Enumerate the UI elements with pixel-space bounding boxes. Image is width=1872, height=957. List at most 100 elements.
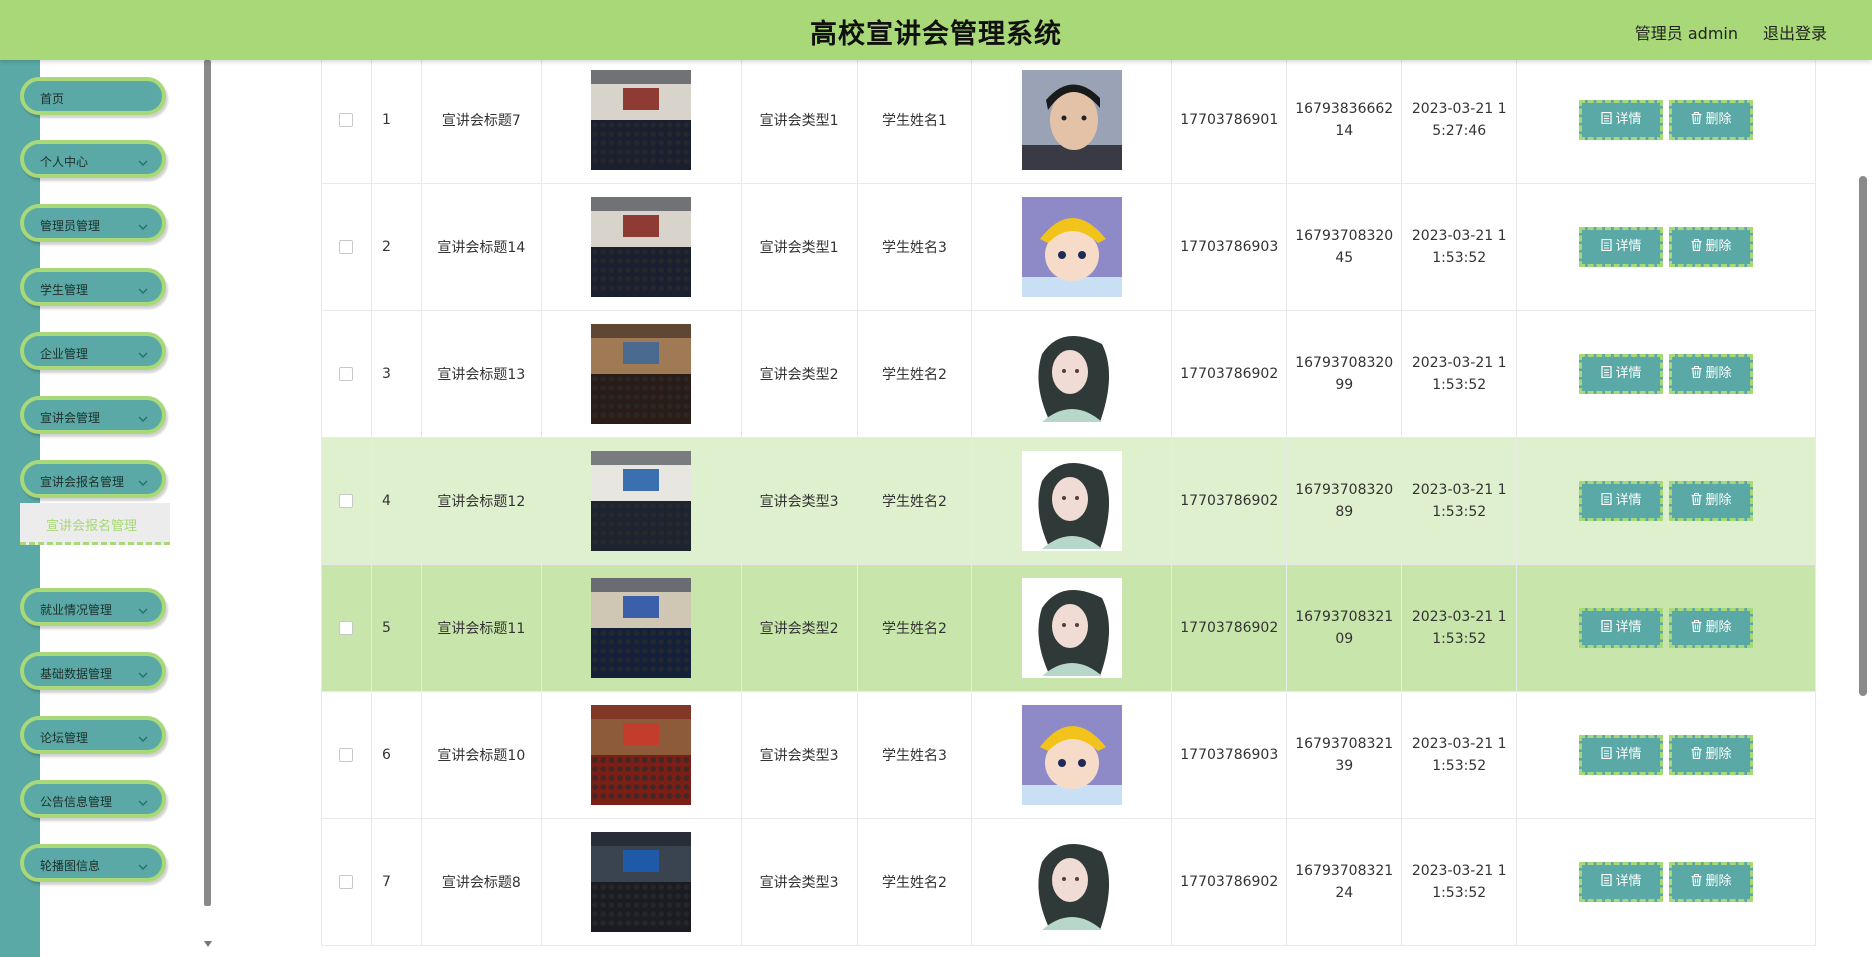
student-name: 学生姓名3 [856, 183, 973, 311]
table-scrollbar-thumb[interactable] [1859, 176, 1867, 696]
registration-time: 2023-03-21 1 1:53:52 [1401, 310, 1518, 438]
registration-table-area: 1 宣讲会标题7 宣讲会类型1 学生姓名1 17703786901 16793836662… [321, 60, 1816, 957]
delete-button[interactable]: 删除 [1669, 227, 1754, 267]
row-checkbox[interactable] [339, 240, 354, 254]
session-title: 宣讲会标题14 [420, 183, 542, 311]
trash-icon [1691, 866, 1702, 887]
row-checkbox[interactable] [339, 367, 354, 381]
trash-icon [1691, 739, 1702, 760]
sidebar-item[interactable]: 论坛管理 [20, 716, 166, 754]
sidebar-item[interactable]: 宣讲会报名管理 [20, 460, 166, 498]
document-icon [1600, 231, 1612, 252]
session-title: 宣讲会标题8 [420, 818, 542, 946]
row-checkbox[interactable] [339, 494, 354, 508]
sidebar-item-label: 就业情况管理 [40, 603, 113, 617]
trash-icon [1691, 231, 1702, 252]
student-phone: 17703786902 [1171, 564, 1288, 692]
row-checkbox[interactable] [339, 748, 354, 762]
sidebar-item[interactable]: 公告信息管理 [20, 780, 166, 818]
session-type: 宣讲会类型2 [740, 310, 858, 438]
student-avatar [971, 437, 1173, 565]
student-name: 学生姓名1 [856, 60, 973, 184]
app-title: 高校宣讲会管理系统 [810, 19, 1062, 50]
sidebar-item[interactable]: 轮播图信息 [20, 844, 166, 882]
sidebar-subitem-active[interactable]: 宣讲会报名管理 [20, 503, 170, 545]
trash-icon [1691, 612, 1702, 633]
logout-link[interactable]: 退出登录 [1763, 20, 1827, 44]
chevron-down-icon [138, 153, 148, 166]
trash-icon [1691, 358, 1702, 379]
table-row[interactable]: 1 宣讲会标题7 宣讲会类型1 学生姓名1 17703786901 16793836662… [321, 60, 1816, 184]
document-icon [1600, 739, 1612, 760]
delete-button[interactable]: 删除 [1669, 608, 1754, 648]
delete-button[interactable]: 删除 [1669, 735, 1754, 775]
row-checkbox-cell [321, 310, 372, 438]
table-row[interactable]: 4 宣讲会标题12 宣讲会类型3 学生姓名2 17703786902 1679370832… [321, 437, 1816, 565]
sidebar-item-label: 管理员管理 [40, 219, 101, 233]
student-avatar [971, 60, 1173, 184]
chevron-down-icon [138, 281, 148, 294]
detail-button[interactable]: 详情 [1579, 862, 1664, 902]
detail-button[interactable]: 详情 [1579, 100, 1664, 140]
row-actions: 详情 删除 [1516, 60, 1816, 184]
student-name: 学生姓名2 [856, 437, 973, 565]
table-row[interactable]: 2 宣讲会标题14 宣讲会类型1 学生姓名3 17703786903 1679370832… [321, 183, 1816, 311]
sidebar-item-label: 公告信息管理 [40, 795, 113, 809]
sidebar-item[interactable]: 基础数据管理 [20, 652, 166, 690]
session-type: 宣讲会类型3 [740, 818, 858, 946]
delete-button[interactable]: 删除 [1669, 354, 1754, 394]
sidebar-item-label: 企业管理 [40, 347, 89, 361]
detail-button[interactable]: 详情 [1579, 227, 1664, 267]
row-checkbox-cell [321, 437, 372, 565]
detail-button[interactable]: 详情 [1579, 608, 1664, 648]
session-title: 宣讲会标题11 [420, 564, 542, 692]
delete-button[interactable]: 删除 [1669, 862, 1754, 902]
sidebar-item[interactable]: 宣讲会管理 [20, 396, 166, 434]
delete-button[interactable]: 删除 [1669, 481, 1754, 521]
table-row[interactable]: 6 宣讲会标题10 宣讲会类型3 学生姓名3 17703786903 1679370832… [321, 691, 1816, 819]
registration-id: 16793708320 99 [1286, 310, 1403, 438]
sidebar-item-label: 宣讲会报名管理 [40, 475, 125, 489]
chevron-down-icon [138, 217, 148, 230]
student-phone: 17703786902 [1171, 437, 1288, 565]
session-type: 宣讲会类型1 [740, 183, 858, 311]
table-row[interactable]: 5 宣讲会标题11 宣讲会类型2 学生姓名2 17703786902 1679370832… [321, 564, 1816, 692]
row-checkbox[interactable] [339, 875, 354, 889]
session-type: 宣讲会类型3 [740, 691, 858, 819]
detail-button[interactable]: 详情 [1579, 735, 1664, 775]
student-name: 学生姓名2 [856, 310, 973, 438]
table-row[interactable]: 7 宣讲会标题8 宣讲会类型3 学生姓名2 17703786902 16793708321… [321, 818, 1816, 946]
detail-button[interactable]: 详情 [1579, 354, 1664, 394]
row-index: 7 [370, 818, 422, 946]
sidebar-scroll-thumb[interactable] [204, 60, 211, 906]
sidebar-item[interactable]: 就业情况管理 [20, 588, 166, 626]
session-photo [540, 564, 742, 692]
sidebar: 首页 个人中心 管理员管理 学生管理 企业管理 宣讲会管理 宣讲会报名管理 就业情况管理 基础数… [0, 60, 210, 957]
registration-id: 16793708320 89 [1286, 437, 1403, 565]
sidebar-item[interactable]: 学生管理 [20, 268, 166, 306]
scroll-down-arrow-icon[interactable] [204, 941, 212, 947]
document-icon [1600, 358, 1612, 379]
row-index: 6 [370, 691, 422, 819]
sidebar-item[interactable]: 首页 [20, 77, 166, 115]
row-checkbox[interactable] [339, 621, 354, 635]
student-name: 学生姓名3 [856, 691, 973, 819]
sidebar-item[interactable]: 个人中心 [20, 140, 166, 178]
sidebar-item[interactable]: 管理员管理 [20, 204, 166, 242]
chevron-down-icon [138, 729, 148, 742]
sidebar-subitem-label: 宣讲会报名管理 [46, 519, 138, 534]
student-name: 学生姓名2 [856, 564, 973, 692]
row-index: 5 [370, 564, 422, 692]
row-checkbox[interactable] [339, 113, 354, 127]
row-actions: 详情 删除 [1516, 183, 1816, 311]
sidebar-scrollbar[interactable] [204, 60, 212, 957]
detail-button[interactable]: 详情 [1579, 481, 1664, 521]
delete-button[interactable]: 删除 [1669, 100, 1754, 140]
student-phone: 17703786901 [1171, 60, 1288, 184]
registration-id: 16793708321 09 [1286, 564, 1403, 692]
sidebar-item[interactable]: 企业管理 [20, 332, 166, 370]
table-row[interactable]: 3 宣讲会标题13 宣讲会类型2 学生姓名2 17703786902 1679370832… [321, 310, 1816, 438]
row-index: 2 [370, 183, 422, 311]
session-photo [540, 818, 742, 946]
student-avatar [971, 310, 1173, 438]
